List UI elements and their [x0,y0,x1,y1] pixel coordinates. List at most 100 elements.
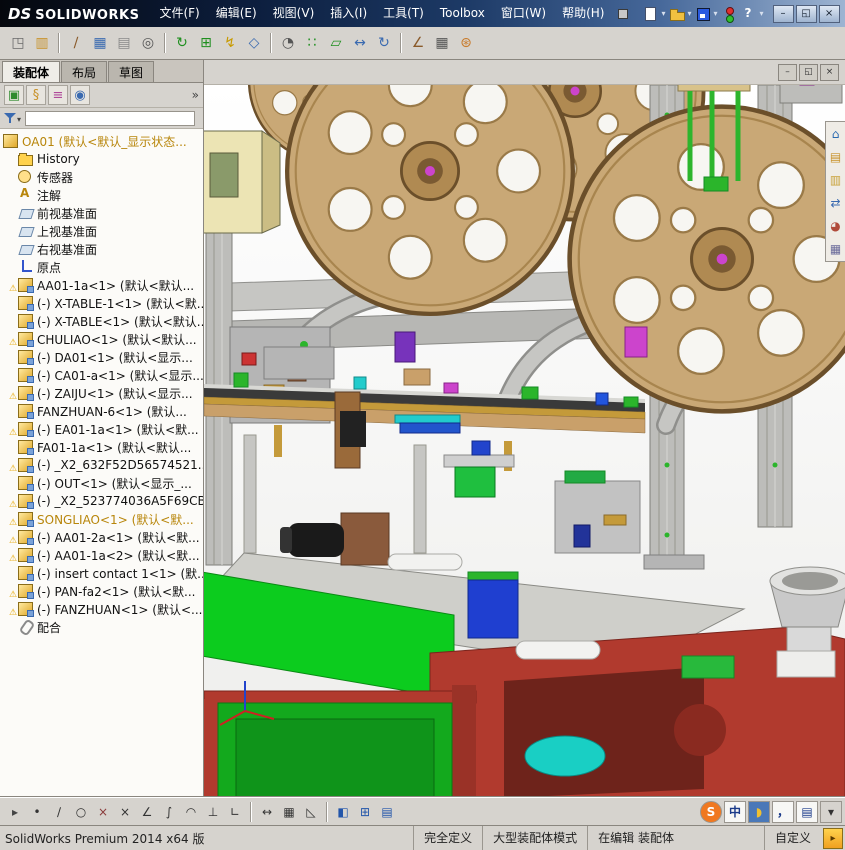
magenta-block[interactable] [624,326,648,358]
mate-icon[interactable]: ◇ [243,32,265,54]
tree-item[interactable]: FA01-1a<1> (默认<默认... [0,438,203,456]
edit-component-icon[interactable]: ▱ [325,32,347,54]
tree-item[interactable]: (-) CA01-a<1> (默认<显示... [0,366,203,384]
overflow-chevron-icon[interactable] [192,88,199,102]
corner-rectangle-icon[interactable]: ∟ [225,802,245,822]
tab-assembly[interactable]: 装配体 [2,61,61,82]
search-icon[interactable]: ◎ [137,32,159,54]
find-references-icon[interactable]: ▤ [113,32,135,54]
filter-input[interactable] [25,110,195,126]
soft-keyboard-icon[interactable]: ▤ [796,800,818,823]
halfwidth-icon[interactable]: ◗ [748,800,770,823]
tree-item[interactable]: ⚠ (-) EA01-1a<1> (默认<默... [0,420,203,438]
tree-item[interactable]: ⚠ (-) PAN-fa2<1> (默认<默... [0,582,203,600]
help-icon[interactable] [740,6,758,22]
tree-item[interactable]: ⚠ (-) AA01-1a<2> (默认<默... [0,546,203,564]
open-folder-icon[interactable]: ▥ [31,32,53,54]
appearances-icon[interactable]: ◕ [828,218,844,234]
filter-icon[interactable] [4,112,16,124]
design-library-icon[interactable]: ▤ [828,149,844,165]
new-document-icon[interactable] [641,6,659,22]
filter-dropdown-icon[interactable] [17,111,21,125]
menu-item-0[interactable]: 文件(F) [151,0,207,27]
rotate-component-icon[interactable]: ↻ [373,32,395,54]
statusbar-expand-button[interactable]: ▸ [823,827,843,849]
tree-item[interactable]: 右视基准面 [0,240,203,258]
insert-component-icon[interactable]: ⊞ [195,32,217,54]
control-box-left[interactable] [204,130,281,234]
featuremanager-tab-icon[interactable]: ▣ [4,85,24,105]
smart-dimension-icon[interactable]: ↔ [257,802,277,822]
open-document-dropdown-icon[interactable]: ▾ [688,9,692,18]
linear-pattern-icon[interactable]: ∷ [301,32,323,54]
arc-icon[interactable]: ◠ [181,802,201,822]
tree-item[interactable]: 传感器 [0,168,203,186]
menu-item-3[interactable]: 插入(I) [322,0,375,27]
solidworks-search-icon[interactable] [720,6,738,23]
table-icon[interactable]: ▤ [377,802,397,822]
tree-item[interactable]: 前视基准面 [0,204,203,222]
model-scene[interactable] [204,85,845,797]
view-orientation-icon[interactable]: ◳ [7,32,29,54]
blue-box[interactable] [467,571,519,639]
move-component-icon[interactable]: ↔ [349,32,371,54]
exploded-view-icon[interactable]: ⊛ [455,32,477,54]
control-box-top-right[interactable] [779,85,843,104]
toolbar-overflow-icon[interactable]: ▸ [5,802,25,822]
cylinder-white-1[interactable] [387,553,463,571]
menu-item-7[interactable]: 帮助(H) [554,0,612,27]
tree-item[interactable]: History [0,150,203,168]
erase-icon[interactable]: × [93,802,113,822]
draft-icon[interactable]: ◺ [301,802,321,822]
green-pad[interactable] [681,655,735,679]
feed-rods[interactable] [677,85,751,192]
tree-item[interactable]: OA01 (默认<默认_显示状态... [0,132,203,150]
doc-minimize-button[interactable]: – [778,63,797,81]
doc-restore-button[interactable]: ◱ [799,63,818,81]
tree-item[interactable]: ⚠ AA01-1a<1> (默认<默认... [0,276,203,294]
bom-icon[interactable]: ▦ [431,32,453,54]
language-options-icon[interactable]: ▾ [820,800,842,823]
save-dropdown-icon[interactable]: ▾ [714,9,718,18]
help-dropdown-icon[interactable]: ▾ [760,9,764,18]
spline-icon[interactable]: ∫ [159,802,179,822]
menu-item-2[interactable]: 视图(V) [265,0,323,27]
trim-icon[interactable]: × [115,802,135,822]
tree-item[interactable]: ⚠ (-) FANZHUAN<1> (默认<... [0,600,203,618]
measure-icon[interactable]: ∠ [407,32,429,54]
tree-item[interactable]: ⚠ (-) _X2_632F52D56574521... [0,456,203,474]
viewport-3d[interactable]: ⌂ ▤ ▥ ⇄ ◕ ▦ [204,85,845,797]
tree-item[interactable]: (-) X-TABLE-1<1> (默认<默... [0,294,203,312]
reel-right[interactable] [570,107,845,412]
menu-item-6[interactable]: 窗口(W) [493,0,554,27]
tree-item[interactable]: FANZHUAN-6<1> (默认... [0,402,203,420]
close-button[interactable]: × [818,4,840,23]
design-table-icon[interactable]: ▦ [89,32,111,54]
tree-item[interactable]: 上视基准面 [0,222,203,240]
angle-icon[interactable]: ∠ [137,802,157,822]
sogou-input-icon[interactable]: S [700,800,722,823]
punctuation-icon[interactable]: ， [772,800,794,823]
tree-item[interactable]: ⚠ (-) AA01-2a<1> (默认<默... [0,528,203,546]
hide-show-icon[interactable]: ◔ [277,32,299,54]
menu-pin-icon[interactable] [618,8,629,19]
customize-button[interactable]: 自定义 [763,826,821,850]
solidworks-resources-icon[interactable]: ⌂ [828,126,844,142]
restore-button[interactable]: ◱ [795,4,817,23]
line-icon[interactable]: ∕ [49,802,69,822]
save-icon[interactable] [694,6,712,22]
chinese-mode-icon[interactable]: 中 [724,800,746,823]
propertymanager-tab-icon[interactable]: § [26,85,46,105]
tree-item[interactable]: ⚠ (-) ZAIJU<1> (默认<显示... [0,384,203,402]
new-document-dropdown-icon[interactable]: ▾ [661,9,665,18]
tree-item[interactable]: (-) X-TABLE<1> (默认<默认... [0,312,203,330]
configurationmanager-tab-icon[interactable]: ≡ [48,85,68,105]
view-palette-icon[interactable]: ⇄ [828,195,844,211]
perpendicular-icon[interactable]: ⊥ [203,802,223,822]
menu-item-1[interactable]: 编辑(E) [208,0,265,27]
purple-block[interactable] [394,331,416,363]
displaymanager-tab-icon[interactable]: ◉ [70,85,90,105]
custom-properties-icon[interactable]: ▦ [828,241,844,257]
rebuild-icon[interactable]: ↻ [171,32,193,54]
open-document-icon[interactable] [668,6,686,22]
